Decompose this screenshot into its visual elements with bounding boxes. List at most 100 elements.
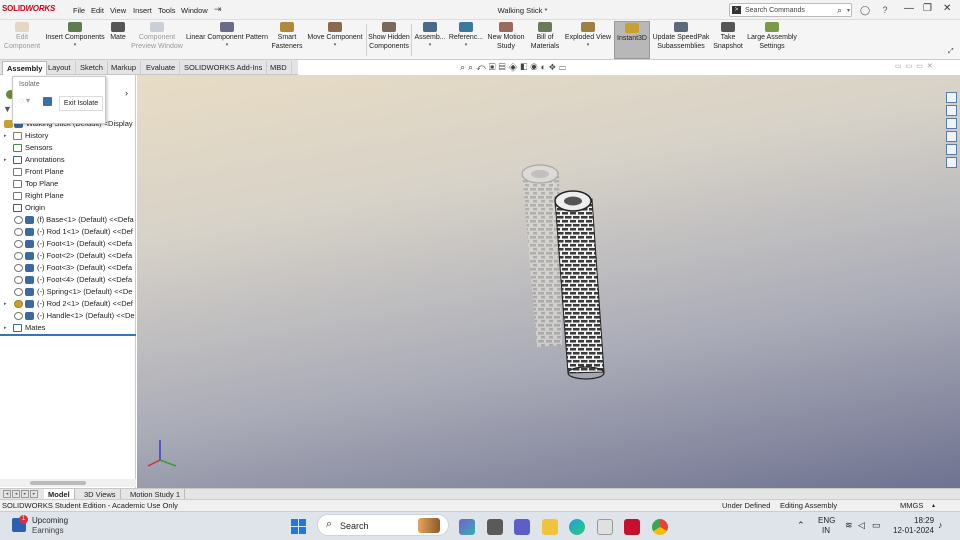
search-commands-input[interactable]: > Search Commands ⌕ ▾: [729, 3, 852, 17]
tree-item[interactable]: (-) Spring<1> (Default) <<De: [0, 286, 136, 298]
tree-item[interactable]: Sensors: [0, 142, 136, 154]
volume-icon[interactable]: ◁: [858, 520, 865, 531]
save-icon[interactable]: [43, 97, 52, 106]
tree-item[interactable]: ▸ Mates: [0, 322, 136, 334]
component-preview-window-button[interactable]: Component Preview Window: [130, 21, 184, 59]
zoom-area-icon[interactable]: ⌕: [468, 62, 476, 72]
bill-of-materials-button[interactable]: Bill of Materials: [528, 21, 562, 59]
previous-view-icon[interactable]: ↶: [476, 62, 489, 72]
graphics-viewport[interactable]: [137, 75, 960, 488]
tab-markup[interactable]: Markup: [107, 61, 142, 75]
tab-solidworks-add-ins[interactable]: SOLIDWORKS Add-Ins: [180, 61, 268, 75]
windows-start-icon[interactable]: [291, 519, 307, 535]
language-top[interactable]: ENG: [818, 516, 835, 525]
tree-item[interactable]: Right Plane: [0, 190, 136, 202]
view-settings-icon[interactable]: ▭: [559, 62, 569, 72]
design-library-icon[interactable]: [946, 105, 957, 116]
close-icon[interactable]: ✕: [943, 3, 951, 14]
tab-mbd[interactable]: MBD: [266, 61, 292, 75]
zoom-to-fit-icon[interactable]: ⌕: [460, 62, 468, 72]
tree-end-rollback-bar[interactable]: [0, 334, 136, 336]
weather-subtitle[interactable]: Earnings: [32, 526, 64, 535]
copilot-icon[interactable]: [459, 519, 475, 535]
tree-item[interactable]: Top Plane: [0, 178, 136, 190]
tree-item[interactable]: (-) Rod 1<1> (Default) <<Def: [0, 226, 136, 238]
notification-bell-icon[interactable]: ♪: [938, 520, 943, 530]
tab-sketch[interactable]: Sketch: [76, 61, 108, 75]
new-motion-study-button[interactable]: New Motion Study: [485, 21, 527, 59]
language-bottom[interactable]: IN: [822, 526, 830, 535]
dynamic-annotation-icon[interactable]: ▤: [499, 62, 509, 72]
help-icon[interactable]: ?: [879, 4, 891, 16]
tree-item[interactable]: (-) Foot<2> (Default) <<Defa: [0, 250, 136, 262]
chevron-down-icon[interactable]: ▾: [847, 7, 850, 14]
update-speedpak-button[interactable]: Update SpeedPak Subassemblies: [651, 21, 711, 59]
tree-item[interactable]: Origin: [0, 202, 136, 214]
weather-title[interactable]: Upcoming: [32, 516, 68, 525]
move-component-button[interactable]: Move Component ▾: [305, 21, 365, 59]
prev-tab-icon[interactable]: ◂: [12, 490, 20, 498]
exploded-view-button[interactable]: Exploded View ▾: [563, 21, 613, 59]
linear-component-pattern-button[interactable]: Linear Component Pattern ▾: [185, 21, 269, 59]
view-orientation-icon[interactable]: ◈: [508, 62, 520, 72]
task-view-icon[interactable]: [487, 519, 503, 535]
last-tab-icon[interactable]: ▸: [30, 490, 38, 498]
file-explorer-taskbar-icon[interactable]: [542, 519, 558, 535]
appearances-icon[interactable]: [946, 144, 957, 155]
chevron-right-icon[interactable]: ›: [125, 88, 128, 98]
reference-geometry-button[interactable]: Referenc... ▾: [448, 21, 484, 59]
search-icon[interactable]: ⌕: [837, 5, 842, 16]
section-view-icon[interactable]: ▣: [489, 62, 499, 72]
panel-horizontal-scrollbar[interactable]: [0, 479, 136, 487]
close-view-icon[interactable]: ✕: [927, 63, 937, 70]
tree-item[interactable]: (-) Handle<1> (Default) <<De: [0, 310, 136, 322]
store-icon[interactable]: [597, 519, 613, 535]
tab-evaluate[interactable]: Evaluate: [142, 61, 181, 75]
clock-date[interactable]: 12-01-2024: [893, 526, 934, 535]
mate-button[interactable]: Mate: [107, 21, 129, 59]
tile-icon[interactable]: ▭: [895, 63, 906, 70]
file-explorer-icon[interactable]: [946, 118, 957, 129]
chrome-icon[interactable]: [652, 519, 668, 535]
expand-arrow-icon[interactable]: ▸: [4, 298, 7, 310]
exit-isolate-button[interactable]: Exit Isolate: [59, 96, 103, 111]
edit-appearance-icon[interactable]: ◐: [540, 62, 548, 72]
solidworks-taskbar-icon[interactable]: [624, 519, 640, 535]
tree-item[interactable]: ▸ History: [0, 130, 136, 142]
filter-icon[interactable]: ▼: [3, 104, 12, 114]
first-tab-icon[interactable]: ◂: [3, 490, 11, 498]
home-icon[interactable]: [946, 92, 957, 103]
show-hidden-components-button[interactable]: Show Hidden Components: [368, 21, 410, 59]
restore-icon[interactable]: ❐: [923, 3, 932, 14]
tree-item[interactable]: ▸ (-) Rod 2<1> (Default) <<Def: [0, 298, 136, 310]
chevron-up-icon[interactable]: ⌃: [797, 520, 805, 531]
minimize-view-icon[interactable]: ▭: [906, 63, 917, 70]
taskbar-search[interactable]: ⌕ Search: [317, 514, 449, 536]
view-palette-icon[interactable]: [946, 131, 957, 142]
large-assembly-settings-button[interactable]: Large Assembly Settings: [745, 21, 799, 59]
smart-fasteners-button[interactable]: Smart Fasteners: [270, 21, 304, 59]
restore-view-icon[interactable]: ▭: [916, 63, 927, 70]
tab-assembly[interactable]: Assembly: [2, 61, 48, 75]
insert-components-button[interactable]: Insert Components ▾: [44, 21, 106, 59]
edit-component-button[interactable]: Edit Component: [2, 21, 42, 59]
tree-item[interactable]: (-) Foot<3> (Default) <<Defa: [0, 262, 136, 274]
instant3d-button[interactable]: Instant3D: [614, 21, 650, 59]
user-icon[interactable]: ◯: [859, 4, 871, 16]
wifi-icon[interactable]: ≋: [845, 520, 853, 531]
teams-icon[interactable]: [514, 519, 530, 535]
minimize-icon[interactable]: —: [904, 3, 914, 14]
take-snapshot-button[interactable]: Take Snapshot: [712, 21, 744, 59]
next-tab-icon[interactable]: ▸: [21, 490, 29, 498]
tree-item[interactable]: Front Plane: [0, 166, 136, 178]
tree-item[interactable]: (-) Foot<1> (Default) <<Defa: [0, 238, 136, 250]
expand-arrow-icon[interactable]: ▸: [4, 154, 7, 166]
battery-icon[interactable]: ▭: [872, 520, 881, 531]
scrollbar-thumb[interactable]: [30, 481, 86, 485]
tree-item[interactable]: ▸ Annotations: [0, 154, 136, 166]
custom-properties-icon[interactable]: [946, 157, 957, 168]
visibility-dropdown[interactable]: ◌ ▾: [19, 96, 41, 109]
hide-show-icon[interactable]: ◉: [530, 62, 540, 72]
expand-arrow-icon[interactable]: ▸: [4, 130, 7, 142]
expand-ribbon-icon[interactable]: ⤢: [948, 48, 954, 56]
